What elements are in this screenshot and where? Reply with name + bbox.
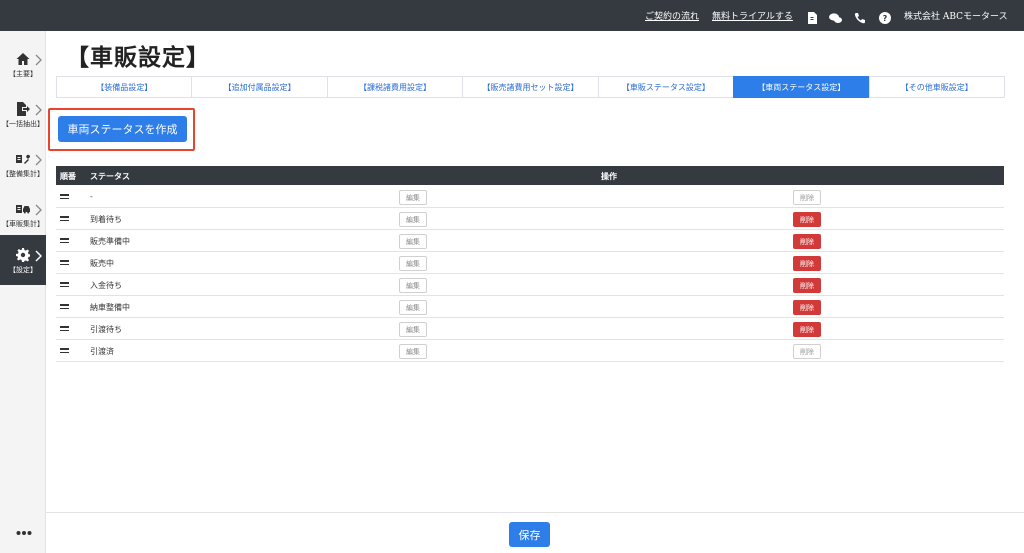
status-name: 入金待ち [90, 281, 122, 290]
gear-icon [16, 247, 31, 262]
delete-button[interactable]: 削除 [793, 256, 821, 271]
delete-button[interactable]: 削除 [793, 322, 821, 337]
edit-button[interactable]: 編集 [399, 256, 427, 271]
edit-button[interactable]: 編集 [399, 344, 427, 359]
edit-button[interactable]: 編集 [399, 212, 427, 227]
svg-text:?: ? [883, 14, 888, 23]
sidebar-item-maintenance-summary[interactable]: 【整備集計】 [0, 139, 46, 189]
tab-sales-expense-set[interactable]: 【販売諸費用セット設定】 [462, 76, 599, 98]
delete-button[interactable]: 削除 [793, 278, 821, 293]
tab-car-sales-status[interactable]: 【車販ステータス設定】 [597, 76, 735, 98]
sidebar-item-label: 【一括抽出】 [2, 120, 44, 128]
drag-handle-icon[interactable] [60, 348, 69, 353]
tab-other-car-sales[interactable]: 【その他車販設定】 [868, 76, 1005, 98]
chat-icon[interactable] [829, 9, 842, 23]
edit-button[interactable]: 編集 [399, 234, 427, 249]
delete-button[interactable]: 削除 [793, 234, 821, 249]
tab-vehicle-status[interactable]: 【車両ステータス設定】 [733, 76, 870, 98]
delete-button[interactable]: 削除 [793, 190, 821, 205]
sidebar-item-settings[interactable]: 【設定】 [0, 235, 46, 285]
table-row: 入金待ち 編集 削除 [56, 274, 1004, 296]
chevron-right-icon [35, 247, 43, 262]
table-row: 販売準備中 編集 削除 [56, 230, 1004, 252]
edit-button[interactable]: 編集 [399, 190, 427, 205]
status-name: 到着待ち [90, 215, 122, 224]
delete-button[interactable]: 削除 [793, 344, 821, 359]
chevron-right-icon [35, 51, 42, 66]
repair-icon [16, 151, 31, 165]
more-icon[interactable] [16, 521, 32, 535]
edit-button[interactable]: 編集 [399, 322, 427, 337]
drag-handle-icon[interactable] [60, 326, 69, 331]
tab-additional-accessories[interactable]: 【追加付属品設定】 [191, 76, 328, 98]
delete-button[interactable]: 削除 [793, 300, 821, 315]
drag-handle-icon[interactable] [60, 238, 69, 243]
help-icon[interactable]: ? [879, 9, 891, 24]
sidebar-item-label: 【車販集計】 [2, 220, 44, 228]
sidebar-item-main[interactable]: 【主要】 [0, 39, 46, 89]
tab-equipment[interactable]: 【装備品設定】 [56, 76, 193, 98]
footer-bar: 保存 [46, 512, 1024, 553]
contract-flow-link[interactable]: ご契約の流れ [645, 9, 699, 22]
company-name: 株式会社 ABCモータース [904, 12, 1008, 22]
chevron-right-icon [35, 151, 42, 166]
drag-handle-icon[interactable] [60, 216, 69, 221]
sidebar-item-label: 【主要】 [9, 70, 37, 78]
edit-button[interactable]: 編集 [399, 300, 427, 315]
column-header-operation: 操作 [601, 171, 617, 181]
document-icon[interactable] [806, 9, 818, 24]
status-name: 販売中 [90, 259, 114, 268]
table-row: 販売中 編集 削除 [56, 252, 1004, 274]
chevron-right-icon [35, 101, 42, 116]
settings-tabs: 【装備品設定】 【追加付属品設定】 【課税諸費用設定】 【販売諸費用セット設定】… [56, 76, 1005, 98]
sidebar-item-bulk-extract[interactable]: 【一括抽出】 [0, 89, 46, 139]
column-header-status: ステータス [90, 171, 130, 181]
table-row: - 編集 削除 [56, 186, 1004, 208]
tab-taxable-expenses[interactable]: 【課税諸費用設定】 [326, 76, 464, 98]
status-name: 納車整備中 [90, 303, 130, 312]
drag-handle-icon[interactable] [60, 260, 69, 265]
sidebar-item-car-sales-summary[interactable]: 【車販集計】 [0, 189, 46, 239]
page-title: 【車販設定】 [66, 44, 210, 71]
table-header: 順番 ステータス 操作 [56, 166, 1004, 185]
create-vehicle-status-button[interactable]: 車両ステータスを作成 [58, 116, 187, 142]
status-name: 引渡待ち [90, 325, 122, 334]
delete-button[interactable]: 削除 [793, 212, 821, 227]
table-row: 納車整備中 編集 削除 [56, 296, 1004, 318]
table-row: 引渡済 編集 削除 [56, 340, 1004, 362]
chevron-right-icon [35, 201, 42, 216]
table-row: 到着待ち 編集 削除 [56, 208, 1004, 230]
table-row: 引渡待ち 編集 削除 [56, 318, 1004, 340]
phone-icon[interactable] [854, 9, 866, 24]
sidebar-item-label: 【整備集計】 [2, 170, 44, 178]
edit-button[interactable]: 編集 [399, 278, 427, 293]
drag-handle-icon[interactable] [60, 282, 69, 287]
drag-handle-icon[interactable] [60, 194, 69, 199]
status-name: 販売準備中 [90, 237, 130, 246]
column-header-order: 順番 [60, 171, 76, 181]
sidebar: 【主要】 【一括抽出】 【整備集計】 【車販集計】 【設定】 [0, 31, 46, 553]
create-button-highlight: 車両ステータスを作成 [48, 108, 195, 151]
top-bar: ご契約の流れ 無料トライアルする ? 株式会社 ABCモータース [0, 0, 1024, 31]
free-trial-link[interactable]: 無料トライアルする [712, 9, 793, 22]
file-export-icon [16, 101, 30, 116]
save-button[interactable]: 保存 [509, 522, 550, 547]
drag-handle-icon[interactable] [60, 304, 69, 309]
sidebar-item-label: 【設定】 [9, 266, 37, 274]
status-name: - [90, 192, 93, 201]
status-name: 引渡済 [90, 347, 114, 356]
home-icon [16, 51, 30, 65]
car-icon [16, 201, 30, 215]
